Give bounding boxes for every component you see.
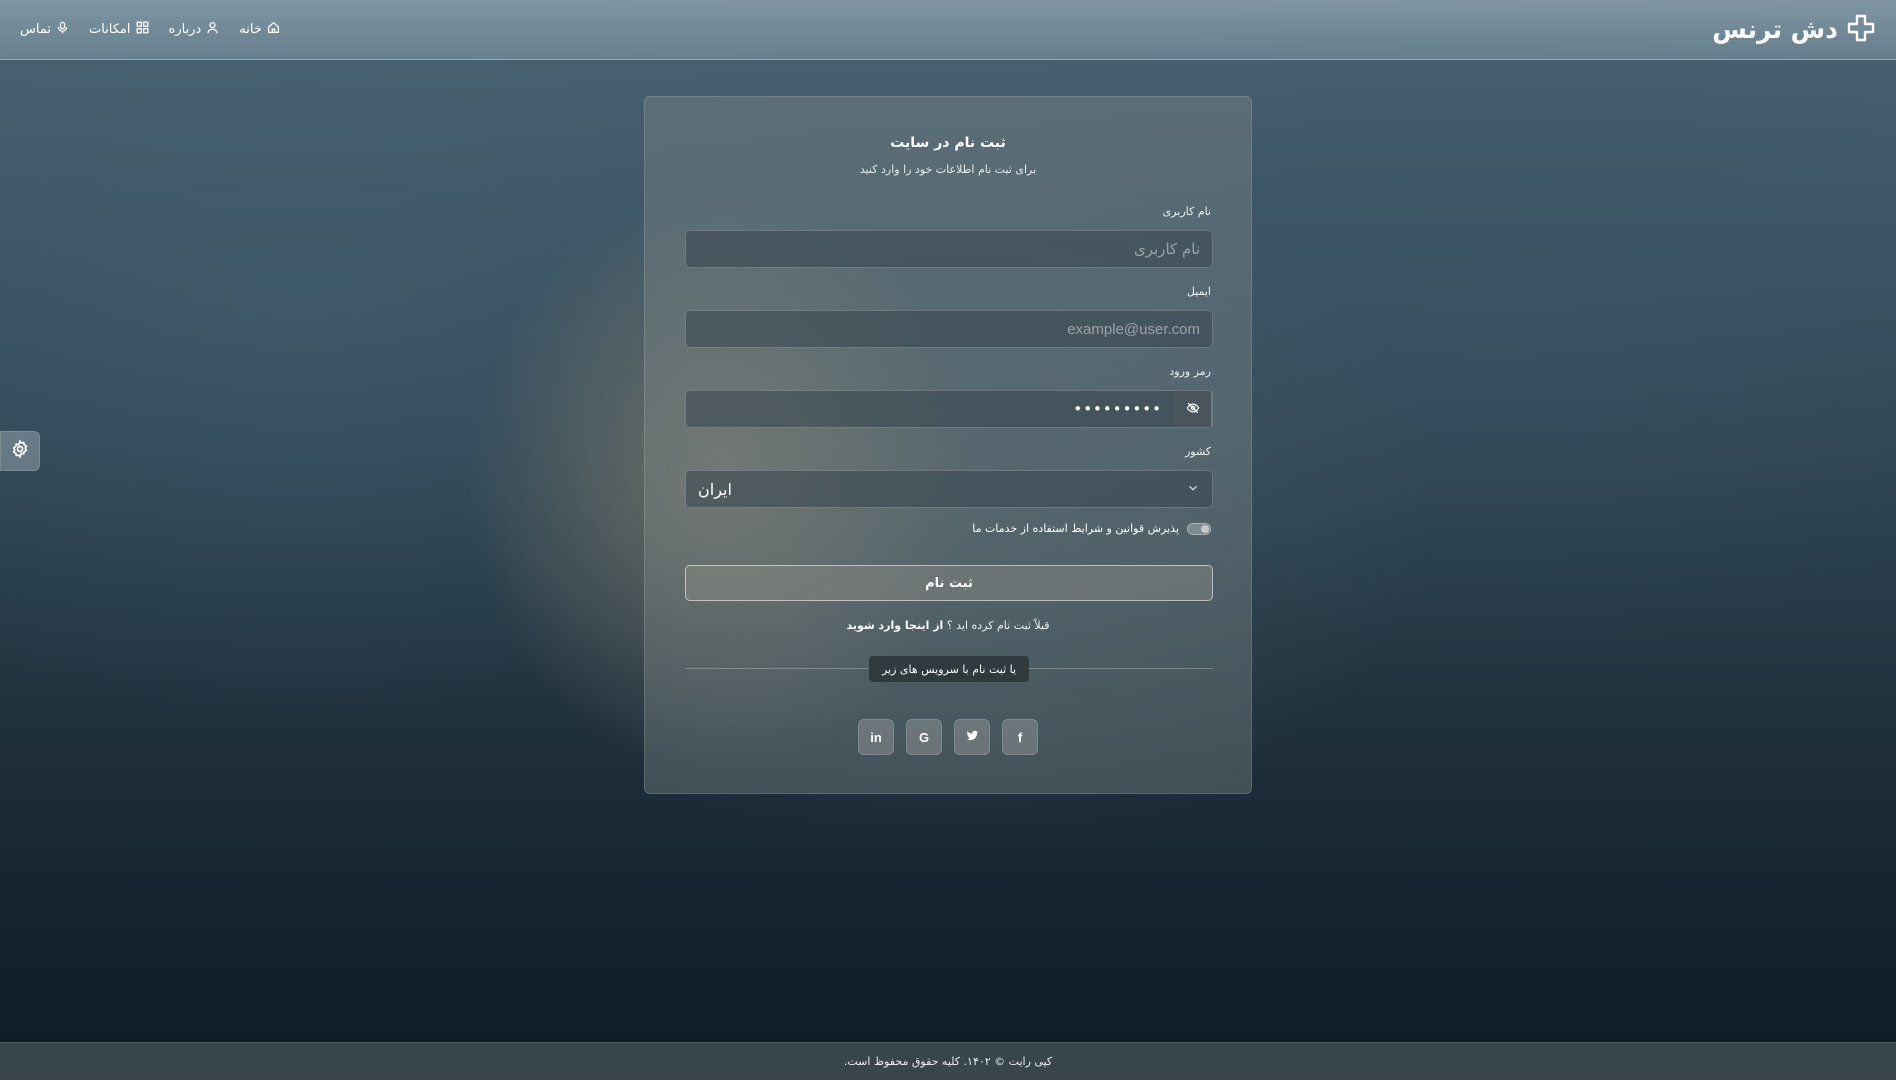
form-title: ثبت نام در سایت [890, 135, 1006, 151]
nav-item-features[interactable]: امکانات [89, 21, 149, 38]
nav-item-home[interactable]: خانه [239, 21, 280, 38]
linkedin-button[interactable]: in [858, 719, 894, 755]
top-navbar: تماس امکانات درباره خانه دش ترنس [0, 0, 1896, 60]
copyright-text: کپی رایت © ۱۴۰۲. کلیه حقوق محفوظ است. [843, 1055, 1053, 1068]
nav-item-label: درباره [168, 22, 202, 37]
login-prompt: قبلاً ثبت نام کرده اید ؟ از اینجا وارد ش… [645, 619, 1251, 632]
brand[interactable]: دش ترنس [1712, 13, 1876, 47]
password-label: رمز ورود [1169, 365, 1211, 378]
terms-label: پذیرش قوانین و شرایط استفاده از خدمات ما [972, 522, 1179, 535]
grid-icon [136, 21, 149, 38]
twitter-icon [966, 729, 979, 745]
form-subtitle: برای ثبت نام اطلاعات خود را وارد کنید [859, 163, 1037, 176]
password-input[interactable] [686, 391, 1174, 427]
password-field [685, 390, 1213, 428]
country-select-value: ایران [698, 479, 732, 499]
facebook-icon: f [1017, 729, 1023, 745]
nav-item-about[interactable]: درباره [169, 21, 220, 38]
nav-item-label: امکانات [88, 22, 131, 37]
brand-name: دش ترنس [1712, 15, 1838, 44]
gear-icon [10, 439, 30, 463]
nav-item-label: خانه [239, 22, 262, 37]
terms-toggle[interactable] [1187, 522, 1211, 535]
home-icon [267, 21, 280, 38]
nav-item-contact[interactable]: تماس [20, 21, 69, 38]
plus-cross-logo-icon [1846, 13, 1876, 47]
chevron-down-icon [1186, 480, 1200, 499]
eye-slash-icon [1186, 400, 1200, 419]
register-card: ثبت نام در سایت برای ثبت نام اطلاعات خود… [644, 96, 1252, 794]
country-label: کشور [1184, 445, 1211, 458]
country-select[interactable]: ایران [685, 470, 1213, 508]
google-icon: G [918, 729, 930, 745]
user-icon [206, 21, 219, 38]
google-button[interactable]: G [906, 719, 942, 755]
register-button[interactable]: ثبت نام [685, 565, 1213, 601]
login-link[interactable]: از اینجا وارد شوید [846, 619, 943, 632]
email-input[interactable] [685, 310, 1213, 348]
username-input[interactable] [685, 230, 1213, 268]
settings-button[interactable] [0, 431, 40, 471]
footer: کپی رایت © ۱۴۰۲. کلیه حقوق محفوظ است. [0, 1042, 1896, 1080]
nav-item-label: تماس [20, 22, 51, 37]
microphone-icon [56, 21, 69, 38]
nav-links: تماس امکانات درباره خانه [20, 21, 280, 38]
linkedin-icon: in [870, 729, 882, 745]
username-label: نام کاربری [1162, 205, 1211, 218]
twitter-button[interactable] [954, 719, 990, 755]
facebook-button[interactable]: f [1002, 719, 1038, 755]
divider-label: یا ثبت نام با سرویس های زیر [869, 656, 1029, 682]
social-buttons: in G f [645, 719, 1251, 755]
terms-row: پذیرش قوانین و شرایط استفاده از خدمات ما [972, 522, 1211, 535]
login-prompt-text: قبلاً ثبت نام کرده اید ؟ [946, 619, 1050, 632]
email-label: ایمیل [1186, 285, 1211, 298]
password-visibility-toggle[interactable] [1174, 391, 1212, 427]
